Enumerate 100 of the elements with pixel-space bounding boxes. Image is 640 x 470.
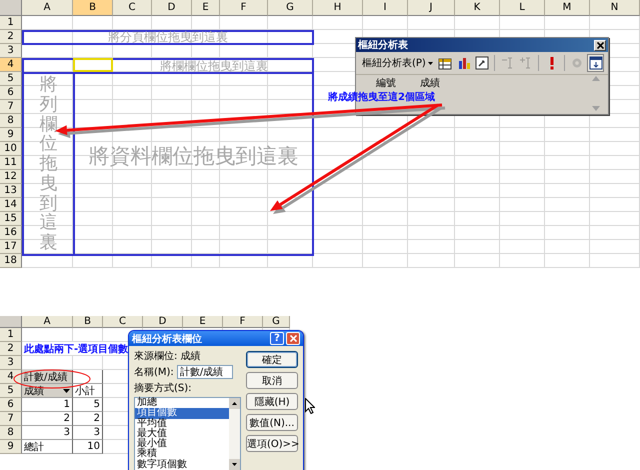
column-header[interactable]: D — [143, 316, 183, 328]
row-header[interactable]: 9 — [0, 128, 22, 142]
column-header[interactable]: N — [590, 0, 640, 16]
column-header[interactable]: I — [363, 0, 408, 16]
grid-cell — [455, 240, 500, 254]
pivot-table-menu[interactable]: 樞紐分析表(P) — [360, 56, 435, 70]
grid-cell — [113, 72, 152, 86]
row-header[interactable]: 14 — [0, 198, 22, 212]
row-header[interactable]: 7 — [0, 100, 22, 114]
column-header[interactable]: J — [408, 0, 455, 16]
grid-cell — [152, 100, 192, 114]
dialog-button[interactable]: 隱藏(H) — [246, 393, 298, 410]
dialog-button[interactable]: 確定 — [246, 351, 298, 368]
scroll-down-icon[interactable] — [232, 463, 237, 466]
list-item[interactable]: 最大值 — [135, 428, 229, 440]
column-header[interactable]: H — [313, 0, 363, 16]
row-header[interactable]: 17 — [0, 240, 22, 254]
field-button[interactable]: 成績 — [420, 76, 440, 90]
grid-cell — [73, 114, 113, 128]
grid-cell — [113, 86, 152, 100]
column-header[interactable]: L — [500, 0, 545, 16]
grid-cell — [152, 226, 192, 240]
select-all-corner[interactable] — [0, 0, 22, 16]
row-header[interactable]: 4 — [0, 58, 22, 72]
select-all-corner[interactable] — [0, 316, 22, 328]
dialog-button[interactable]: 選項(O)>> — [246, 435, 298, 452]
grid-cell — [73, 16, 113, 30]
column-header[interactable]: F — [220, 0, 268, 16]
grid-cell — [220, 44, 268, 58]
row-header[interactable]: 8 — [0, 114, 22, 128]
row-header[interactable]: 6 — [0, 86, 22, 100]
row-header[interactable]: 5 — [0, 384, 22, 398]
column-header[interactable]: D — [152, 0, 192, 16]
row-header[interactable]: 3 — [0, 356, 22, 370]
list-item[interactable]: 平均值 — [135, 418, 229, 429]
row-header[interactable]: 3 — [0, 44, 22, 58]
column-header[interactable]: B — [73, 0, 113, 16]
column-header[interactable]: E — [183, 316, 223, 328]
row-header[interactable]: 2 — [0, 30, 22, 44]
table-cell-text: 總計 — [23, 440, 45, 454]
column-header[interactable]: B — [73, 316, 103, 328]
grid-cell — [313, 16, 363, 30]
grid-cell — [113, 58, 152, 72]
column-header[interactable]: M — [545, 0, 590, 16]
grid-cell — [313, 184, 363, 198]
row-header[interactable]: 10 — [0, 142, 22, 156]
active-cell[interactable] — [73, 58, 113, 72]
column-header[interactable]: E — [192, 0, 220, 16]
help-button[interactable]: ? — [270, 332, 284, 345]
grid-cell — [192, 114, 220, 128]
row-header[interactable]: 13 — [0, 184, 22, 198]
grid-cell — [220, 86, 268, 100]
dialog-button[interactable]: 取消 — [246, 372, 298, 389]
row-header[interactable]: 7 — [0, 412, 22, 426]
row-header[interactable]: 5 — [0, 72, 22, 86]
toolbar-button[interactable] — [474, 54, 490, 72]
grid-cell — [545, 198, 590, 212]
grid-cell — [363, 142, 408, 156]
row-field-dropdown[interactable]: 成績 — [22, 384, 72, 397]
scroll-up-icon[interactable] — [232, 402, 237, 405]
table-cell-text: 3 — [62, 427, 71, 438]
scrollbar[interactable] — [229, 398, 240, 470]
column-header[interactable]: F — [223, 316, 263, 328]
row-header[interactable]: 18 — [0, 254, 22, 268]
drop-zone: 將分頁欄位拖曳到這裏 — [22, 30, 314, 45]
dialog-button[interactable]: 數值(N)... — [246, 414, 298, 431]
column-header[interactable]: G — [268, 0, 313, 16]
grid-cell — [192, 16, 220, 30]
column-header[interactable]: A — [22, 0, 73, 16]
grid-cell — [590, 16, 640, 30]
row-header[interactable]: 1 — [0, 328, 22, 342]
grid-cell — [113, 128, 152, 142]
row-header[interactable]: 16 — [0, 226, 22, 240]
grid-cell — [220, 240, 268, 254]
grid-cell — [590, 128, 640, 142]
toolbar-button[interactable] — [587, 54, 604, 72]
row-header[interactable]: 4 — [0, 370, 22, 384]
column-header[interactable]: K — [455, 0, 500, 16]
grid-cell — [220, 170, 268, 184]
list-item[interactable]: 數字項個數 — [135, 460, 229, 470]
row-header[interactable]: 9 — [0, 440, 22, 454]
name-input[interactable]: 計數/成績 — [176, 365, 233, 379]
row-header[interactable]: 12 — [0, 170, 22, 184]
list-item[interactable]: 加總 — [135, 398, 229, 408]
column-header[interactable]: C — [113, 0, 152, 16]
row-header[interactable]: 11 — [0, 156, 22, 170]
grid-cell — [545, 226, 590, 240]
row-header[interactable]: 8 — [0, 426, 22, 440]
column-header[interactable]: A — [22, 316, 73, 328]
column-header[interactable]: C — [103, 316, 143, 328]
grid-cell — [22, 44, 73, 58]
field-button[interactable]: 編號 — [376, 76, 396, 90]
close-button[interactable] — [594, 40, 606, 50]
row-header[interactable]: 1 — [0, 16, 22, 30]
row-header[interactable]: 2 — [0, 342, 22, 356]
grid-cell — [152, 240, 192, 254]
list-item[interactable]: 乘積 — [135, 449, 229, 460]
row-header[interactable]: 6 — [0, 398, 22, 412]
row-header[interactable]: 15 — [0, 212, 22, 226]
column-header[interactable]: G — [263, 316, 290, 328]
